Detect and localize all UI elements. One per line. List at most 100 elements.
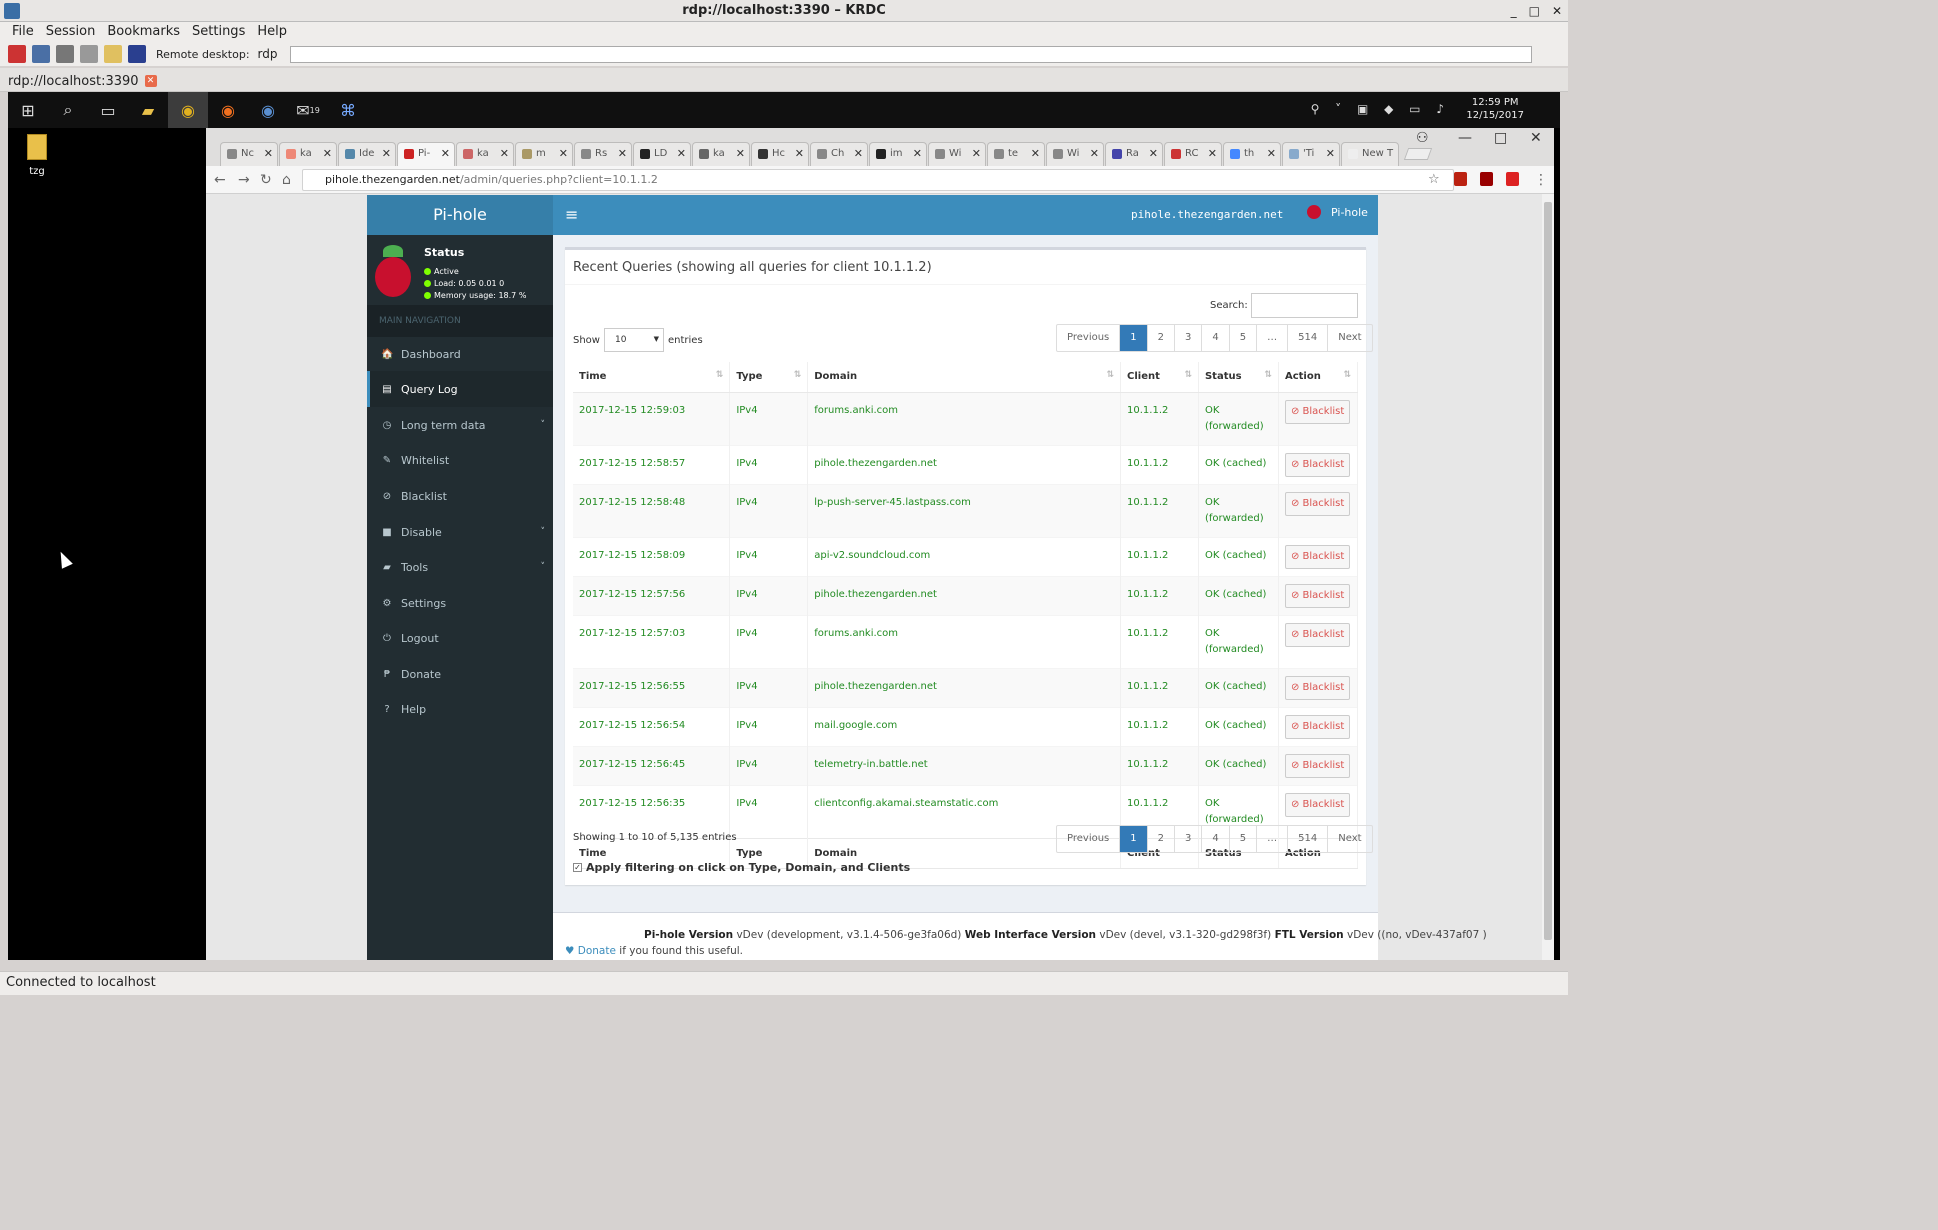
page-button[interactable]: 5 [1228, 325, 1256, 351]
cell-type[interactable]: IPv4 [729, 706, 809, 746]
close-window-icon[interactable]: ✕ [1530, 130, 1542, 146]
page-button[interactable]: 1 [1119, 826, 1147, 852]
page-button[interactable]: 3 [1174, 826, 1201, 852]
blacklist-button[interactable]: ⊘ Blacklist [1284, 792, 1351, 817]
close-tab-icon[interactable]: ✕ [1267, 147, 1276, 160]
page-scrollbar[interactable] [1542, 194, 1554, 960]
browser-tab[interactable]: Ide ✕ [338, 142, 396, 166]
grab-input-icon[interactable] [104, 45, 122, 63]
browser-tab[interactable]: Wi ✕ [1046, 142, 1104, 166]
sort-icon[interactable]: ⇅ [1184, 370, 1192, 380]
chrome-menu-icon[interactable]: ⋮ [1534, 172, 1548, 188]
profile-icon[interactable]: ⚇ [1416, 130, 1429, 146]
back-icon[interactable]: ← [214, 172, 226, 188]
close-tab-icon[interactable]: ✕ [618, 147, 627, 160]
protocol-select[interactable]: rdp [258, 47, 278, 61]
reload-icon[interactable]: ↻ [260, 172, 272, 188]
column-header-status[interactable]: Status ⇅ [1198, 362, 1279, 393]
cell-client[interactable]: 10.1.1.2 [1120, 391, 1199, 445]
column-header-domain[interactable]: Domain ⇅ [807, 362, 1122, 393]
column-header-client[interactable]: Client ⇅ [1120, 362, 1199, 393]
close-tab-icon[interactable]: ✕ [677, 147, 686, 160]
browser-tab[interactable]: New T [1341, 142, 1399, 166]
browser-tab[interactable]: LD ✕ [633, 142, 691, 166]
sidebar-item-query-log[interactable]: ▤ Query Log [367, 371, 553, 407]
cell-domain[interactable]: api-v2.soundcloud.com [807, 536, 1122, 576]
browser-tab[interactable]: Rs ✕ [574, 142, 632, 166]
firefox-icon[interactable]: ◉ [208, 92, 248, 128]
cell-domain[interactable]: pihole.thezengarden.net [807, 667, 1122, 707]
cell-type[interactable]: IPv4 [729, 575, 809, 615]
sidebar-item-dashboard[interactable]: 🏠 Dashboard [367, 336, 553, 372]
cell-domain[interactable]: lp-push-server-45.lastpass.com [807, 483, 1122, 537]
blacklist-button[interactable]: ⊘ Blacklist [1284, 714, 1351, 739]
close-tab-icon[interactable]: ✕ [972, 147, 981, 160]
browser-tab[interactable]: Ra ✕ [1105, 142, 1163, 166]
disconnect-icon[interactable] [128, 45, 146, 63]
page-button[interactable]: 4 [1201, 325, 1228, 351]
browser-tab[interactable]: Ch ✕ [810, 142, 868, 166]
sidebar-item-logout[interactable]: ⏻ Logout [367, 620, 553, 656]
maximize-button[interactable]: □ [1529, 0, 1540, 22]
sidebar-item-tools[interactable]: ▰ Tools ˅ [367, 549, 553, 585]
page-button[interactable]: 514 [1287, 325, 1327, 351]
page-button[interactable]: 3 [1174, 325, 1201, 351]
remote-address-input[interactable] [289, 45, 1532, 63]
menu-file[interactable]: File [6, 22, 40, 42]
blacklist-button[interactable]: ⊘ Blacklist [1284, 399, 1351, 424]
cell-domain[interactable]: telemetry-in.battle.net [807, 745, 1122, 785]
forward-icon[interactable]: → [238, 172, 250, 188]
page-button[interactable]: Previous [1057, 826, 1119, 852]
browser-tab[interactable]: Hc ✕ [751, 142, 809, 166]
close-tab-icon[interactable]: ✕ [500, 147, 509, 160]
page-button[interactable]: 5 [1228, 826, 1256, 852]
browser-tab[interactable]: ka ✕ [456, 142, 514, 166]
task-view-icon[interactable]: ▭ [88, 92, 128, 128]
search-input[interactable] [1251, 293, 1358, 318]
cell-domain[interactable]: forums.anki.com [807, 391, 1122, 445]
cell-domain[interactable]: pihole.thezengarden.net [807, 575, 1122, 615]
close-tab-icon[interactable]: ✕ [736, 147, 745, 160]
apply-filter-checkbox[interactable]: ✓ Apply filtering on click on Type, Doma… [573, 861, 910, 874]
browser-tab[interactable]: ka ✕ [279, 142, 337, 166]
minimize-button[interactable]: _ [1511, 0, 1517, 22]
page-button[interactable]: 2 [1146, 325, 1174, 351]
mail-icon[interactable]: ✉ 19 [288, 92, 328, 128]
cell-type[interactable]: IPv4 [729, 745, 809, 785]
address-bar[interactable]: pihole.thezengarden.net/admin/queries.ph… [302, 169, 1454, 191]
system-tray[interactable]: ⚲ ˅ ▣ ◆ ▭ ♪ [1311, 102, 1450, 116]
home-icon[interactable]: ⌂ [282, 172, 291, 188]
close-tab-icon[interactable]: ✕ [441, 147, 450, 160]
browser-tab[interactable]: 'Ti ✕ [1282, 142, 1340, 166]
cell-domain[interactable]: forums.anki.com [807, 614, 1122, 668]
thunderbird-icon[interactable]: ◉ [248, 92, 288, 128]
sidebar-toggle-icon[interactable]: ≡ [565, 205, 578, 224]
start-icon[interactable]: ⊞ [8, 92, 48, 128]
page-button[interactable]: 4 [1201, 826, 1228, 852]
blacklist-button[interactable]: ⊘ Blacklist [1284, 583, 1351, 608]
lastpass-icon[interactable] [1506, 172, 1519, 186]
browser-tab[interactable]: Nc ✕ [220, 142, 278, 166]
cell-client[interactable]: 10.1.1.2 [1120, 575, 1199, 615]
sort-icon[interactable]: ⇅ [794, 370, 802, 380]
sidebar-item-blacklist[interactable]: ⊘ Blacklist [367, 478, 553, 514]
cell-type[interactable]: IPv4 [729, 444, 809, 484]
cell-type[interactable]: IPv4 [729, 483, 809, 537]
sort-icon[interactable]: ⇅ [1106, 370, 1114, 380]
network-app-icon[interactable]: ⌘ [328, 92, 368, 128]
cell-client[interactable]: 10.1.1.2 [1120, 706, 1199, 746]
entries-select[interactable]: 10 ▼ [603, 328, 664, 352]
donate-link[interactable]: Donate [578, 945, 616, 957]
taskbar-clock[interactable]: 12:59 PM 12/15/2017 [1466, 96, 1524, 122]
sidebar-item-settings[interactable]: ⚙ Settings [367, 585, 553, 621]
cell-type[interactable]: IPv4 [729, 391, 809, 445]
new-tab-button[interactable] [1403, 148, 1433, 160]
ublock-icon[interactable] [1480, 172, 1493, 186]
blacklist-button[interactable]: ⊘ Blacklist [1284, 544, 1351, 569]
close-tab-icon[interactable]: ✕ [1031, 147, 1040, 160]
sort-icon[interactable]: ⇅ [1264, 370, 1272, 380]
cell-domain[interactable]: mail.google.com [807, 706, 1122, 746]
browser-tab[interactable]: RC ✕ [1164, 142, 1222, 166]
blacklist-button[interactable]: ⊘ Blacklist [1284, 452, 1351, 477]
file-explorer-icon[interactable]: ▰ [128, 92, 168, 128]
